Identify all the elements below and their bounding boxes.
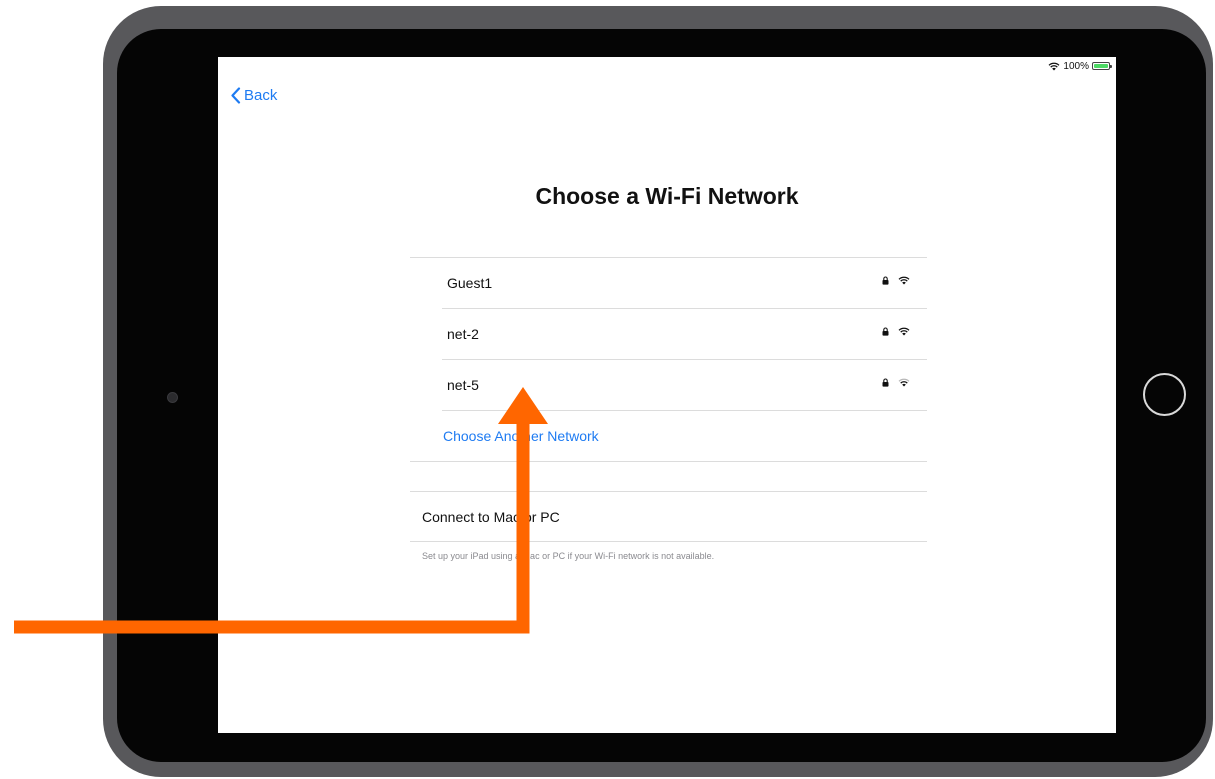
page-title: Choose a Wi-Fi Network	[535, 183, 799, 209]
network-row-net-5[interactable]: net-5	[410, 360, 927, 410]
network-name: Guest1	[447, 275, 493, 291]
lock-icon	[882, 378, 889, 387]
wifi-signal-icon	[898, 378, 910, 387]
wifi-signal-icon	[898, 276, 910, 285]
connect-footnote: Set up your iPad using a Mac or PC if yo…	[422, 551, 715, 561]
choose-another-network-label: Choose Another Network	[443, 428, 599, 444]
connect-label: Connect to Mac or PC	[422, 508, 560, 525]
battery-percent: 100%	[1063, 60, 1089, 72]
lock-icon	[882, 276, 889, 285]
battery-icon	[1092, 62, 1112, 70]
choose-another-network-button[interactable]: Choose Another Network	[410, 411, 927, 461]
wifi-signal-icon	[898, 327, 910, 336]
network-row-net-2[interactable]: net-2	[410, 309, 927, 359]
lock-icon	[882, 327, 889, 336]
home-button[interactable]	[1143, 373, 1186, 416]
network-row-guest1[interactable]: Guest1	[410, 258, 927, 308]
network-name: net-2	[447, 326, 479, 342]
chevron-left-icon	[231, 87, 241, 104]
network-list: Guest1 net-2 net-5 Choose Another Networ…	[410, 257, 927, 561]
divider	[410, 541, 927, 542]
back-label: Back	[244, 87, 278, 104]
network-name: net-5	[447, 377, 479, 393]
camera-icon	[167, 392, 178, 403]
status-bar: 100%	[1048, 59, 1112, 73]
setup-screen: 100% Back Choose a Wi-Fi Network Guest1	[218, 57, 1116, 733]
connect-to-computer-button[interactable]: Connect to Mac or PC	[410, 492, 927, 541]
wifi-status-icon	[1048, 62, 1060, 71]
back-button[interactable]: Back	[230, 87, 277, 104]
